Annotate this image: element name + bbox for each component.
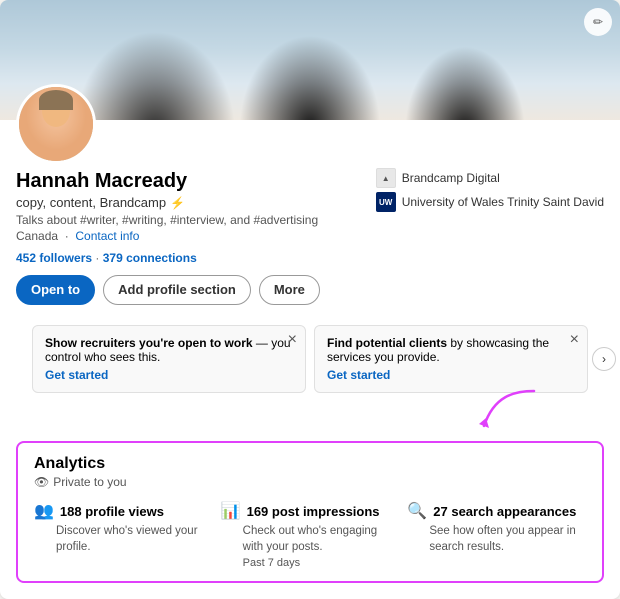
avatar-image [19,87,93,161]
notification-text-1: Find potential clients by showcasing the… [327,336,575,364]
connections-link[interactable]: 379 connections [103,251,197,265]
headline-text: copy, content, Brandcamp [16,195,166,210]
notification-card-0: × Show recruiters you're open to work — … [32,325,306,393]
followers-link[interactable]: 452 followers [16,251,92,265]
eye-icon: 👁 [34,475,49,489]
next-notification-button[interactable]: › [592,347,616,371]
contact-info-link[interactable]: Contact info [75,229,139,243]
analytics-item-header-1: 📊 169 post impressions [221,501,400,521]
pink-arrow [464,386,544,436]
profile-header-row: Hannah Macready copy, content, Brandcamp… [16,120,604,265]
profile-companies: ▲ Brandcamp Digital UW University of Wal… [376,168,604,212]
analytics-item-0[interactable]: 👥 188 profile views Discover who's viewe… [34,501,213,569]
avatar [16,84,96,164]
close-notification-1[interactable]: × [570,332,579,348]
lightning-icon: ⚡ [170,196,185,210]
analytics-section: Analytics 👁 Private to you 👥 188 profile… [16,441,604,583]
followers-row: 452 followers · 379 connections [16,251,364,265]
get-started-link-1[interactable]: Get started [327,368,575,382]
profile-info-section: Hannah Macready copy, content, Brandcamp… [0,120,620,317]
analytics-stat-2: 27 search appearances [433,504,576,519]
analytics-stat-0: 188 profile views [60,504,164,519]
analytics-subdesc-1: Past 7 days [221,557,400,569]
uni-logo: UW [376,192,396,212]
edit-cover-icon: ✏ [593,15,603,29]
company-item-brandcamp[interactable]: ▲ Brandcamp Digital [376,168,604,188]
profile-headline: copy, content, Brandcamp ⚡ [16,195,364,210]
profile-tags: Talks about #writer, #writing, #intervie… [16,213,364,227]
notifications-section: × Show recruiters you're open to work — … [32,325,588,393]
analytics-desc-0: Discover who's viewed your profile. [34,523,213,555]
analytics-desc-1: Check out who's engaging with your posts… [221,523,400,555]
edit-cover-button[interactable]: ✏ [584,8,612,36]
analytics-item-1[interactable]: 📊 169 post impressions Check out who's e… [221,501,400,569]
notification-text-0: Show recruiters you're open to work — yo… [45,336,293,364]
avatar-wrap [16,84,96,164]
open-to-button[interactable]: Open to [16,275,95,305]
notification-bold-0: Show recruiters you're open to work [45,336,253,350]
close-notification-0[interactable]: × [288,332,297,348]
notifications-wrapper: × Show recruiters you're open to work — … [16,325,604,393]
analytics-item-header-0: 👥 188 profile views [34,501,213,521]
analytics-icon-0: 👥 [34,501,54,521]
notification-bold-1: Find potential clients [327,336,447,350]
actions-row: Open to Add profile section More [16,275,604,305]
analytics-subtitle: 👁 Private to you [34,475,586,489]
notification-card-1: × Find potential clients by showcasing t… [314,325,588,393]
company-item-uni[interactable]: UW University of Wales Trinity Saint Dav… [376,192,604,212]
analytics-icon-2: 🔍 [407,501,427,521]
add-section-button[interactable]: Add profile section [103,275,251,305]
analytics-icon-1: 📊 [221,501,241,521]
analytics-item-2[interactable]: 🔍 27 search appearances See how often yo… [407,501,586,569]
analytics-grid: 👥 188 profile views Discover who's viewe… [34,501,586,569]
analytics-stat-1: 169 post impressions [247,504,380,519]
more-button[interactable]: More [259,275,320,305]
analytics-item-header-2: 🔍 27 search appearances [407,501,586,521]
analytics-desc-2: See how often you appear in search resul… [407,523,586,555]
get-started-link-0[interactable]: Get started [45,368,293,382]
analytics-title: Analytics [34,455,586,473]
profile-location: Canada · Contact info [16,229,364,243]
profile-name: Hannah Macready [16,168,364,194]
arrow-container [16,401,604,431]
analytics-subtitle-text: Private to you [53,475,126,489]
brandcamp-name: Brandcamp Digital [402,171,500,185]
separator: · [95,251,102,265]
brandcamp-logo: ▲ [376,168,396,188]
uni-name: University of Wales Trinity Saint David [402,195,604,209]
location-text: Canada [16,229,58,243]
profile-details: Hannah Macready copy, content, Brandcamp… [16,168,364,265]
profile-card: ✏ Hannah Macready copy, content, Brandca… [0,0,620,599]
